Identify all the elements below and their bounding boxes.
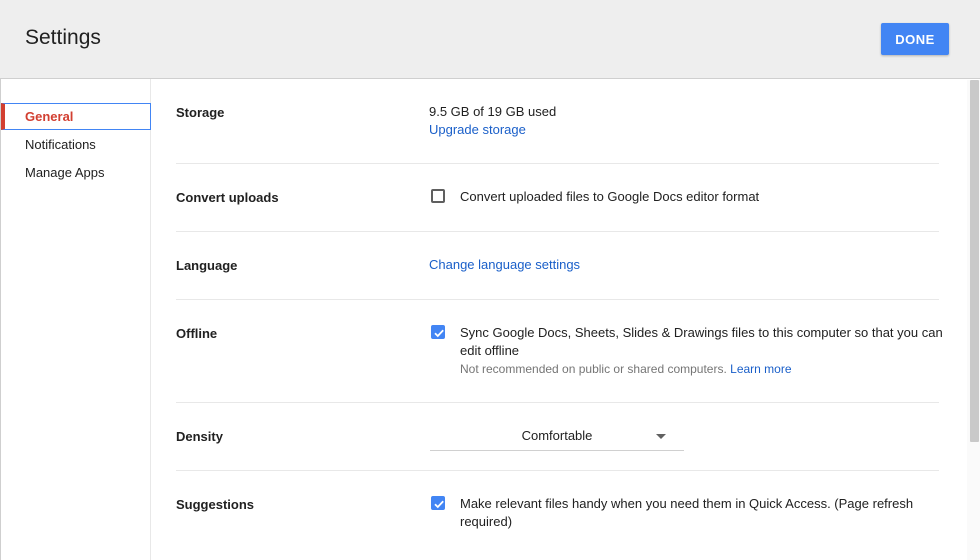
scrollbar-thumb[interactable] — [970, 80, 979, 442]
density-value: Comfortable — [521, 428, 593, 443]
offline-text-line2: edit offline — [460, 343, 520, 358]
storage-label: Storage — [176, 105, 225, 120]
offline-label: Offline — [176, 326, 218, 341]
divider — [176, 231, 939, 232]
density-select[interactable]: Comfortable — [430, 424, 684, 451]
done-button[interactable]: DONE — [881, 23, 949, 55]
suggestions-text-line1: Make relevant files handy when you need … — [460, 496, 914, 511]
offline-note: Not recommended on public or shared comp… — [460, 362, 792, 376]
upgrade-storage-link[interactable]: Upgrade storage — [429, 122, 526, 137]
divider — [176, 163, 939, 164]
change-language-link[interactable]: Change language settings — [429, 257, 580, 272]
storage-usage: 9.5 GB of 19 GB used — [429, 104, 557, 119]
offline-text-line1: Sync Google Docs, Sheets, Slides & Drawi… — [460, 325, 943, 340]
dropdown-arrow-icon — [656, 434, 666, 439]
suggestions-checkbox[interactable] — [431, 496, 445, 510]
checkmark-icon — [434, 329, 444, 338]
divider — [176, 470, 939, 471]
divider — [176, 299, 939, 300]
checkmark-icon — [434, 500, 444, 509]
density-label: Density — [176, 429, 223, 444]
sidebar-item-manage-apps[interactable]: Manage Apps — [1, 159, 151, 186]
convert-uploads-checkbox[interactable] — [431, 189, 445, 203]
convert-uploads-text: Convert uploaded files to Google Docs ed… — [460, 189, 760, 204]
offline-checkbox[interactable] — [431, 325, 445, 339]
offline-note-text: Not recommended on public or shared comp… — [460, 362, 727, 376]
sidebar-item-notifications[interactable]: Notifications — [1, 131, 151, 158]
divider — [176, 402, 939, 403]
settings-header: Settings DONE — [0, 0, 980, 79]
settings-sidebar: General Notifications Manage Apps — [0, 79, 151, 560]
page-title: Settings — [25, 26, 101, 49]
suggestions-text-line2: required) — [460, 514, 513, 529]
learn-more-link[interactable]: Learn more — [730, 362, 791, 376]
suggestions-label: Suggestions — [176, 497, 255, 512]
sidebar-item-general[interactable]: General — [1, 103, 151, 130]
settings-content: Storage 9.5 GB of 19 GB used Upgrade sto… — [152, 80, 967, 560]
convert-uploads-label: Convert uploads — [176, 190, 279, 205]
language-label: Language — [176, 258, 238, 273]
